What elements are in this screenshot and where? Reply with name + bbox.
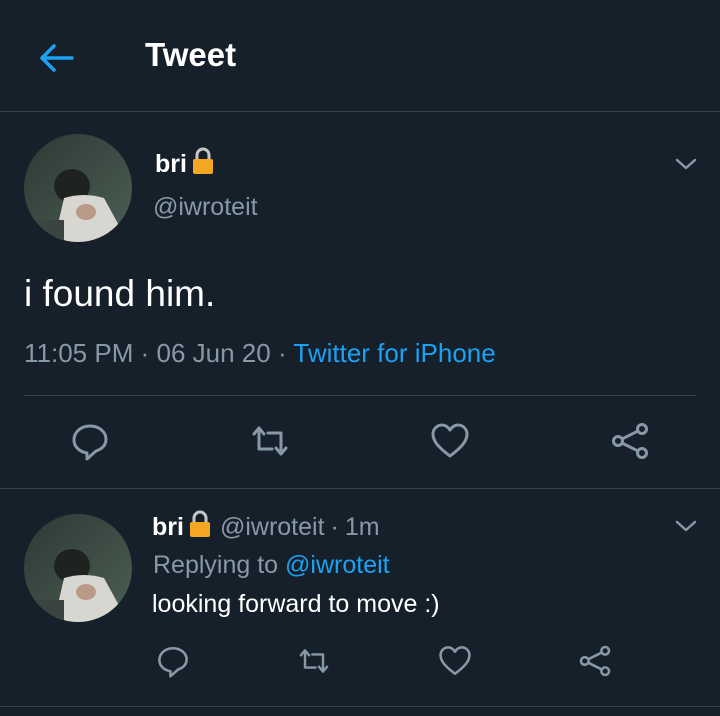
replying-to: Replying to @iwroteit (153, 551, 390, 580)
divider (24, 395, 696, 396)
reply-icon (72, 424, 108, 461)
separator: · (277, 338, 287, 368)
reply-icon (158, 646, 188, 678)
retweet-icon (252, 426, 288, 456)
retweet-button[interactable] (248, 419, 292, 463)
share-icon (612, 423, 648, 459)
back-button[interactable] (36, 38, 76, 78)
reply-author-name[interactable]: bri (152, 513, 184, 542)
tweet-date: 06 Jun 20 (156, 338, 271, 368)
reply-button[interactable] (68, 419, 112, 463)
like-icon (431, 423, 469, 458)
author-name-text: bri (155, 150, 187, 178)
reply-reply-button[interactable] (154, 642, 192, 680)
replying-to-mention[interactable]: @iwroteit (285, 551, 390, 579)
reply-share-button[interactable] (576, 642, 614, 680)
lock-icon (191, 147, 215, 182)
top-bar: Tweet (0, 0, 720, 112)
like-icon (439, 646, 471, 676)
retweet-icon (299, 649, 329, 673)
arrow-left-icon (40, 44, 74, 72)
separator: · (330, 513, 339, 541)
bottom-divider (0, 706, 720, 707)
separator: · (140, 338, 150, 368)
like-button[interactable] (428, 419, 472, 463)
page-title: Tweet (145, 36, 237, 73)
share-button[interactable] (608, 419, 652, 463)
tweet-text: i found him. (24, 273, 216, 314)
avatar[interactable] (24, 134, 132, 242)
more-options-button[interactable] (672, 150, 700, 178)
reply-time: 1m (344, 513, 380, 541)
avatar-photo (24, 514, 132, 622)
reply-author-handle[interactable]: @iwroteit (220, 513, 325, 542)
reply-avatar[interactable] (24, 514, 132, 622)
tweet-meta: 11:05 PM · 06 Jun 20 · Twitter for iPhon… (24, 338, 496, 369)
reply-text: looking forward to move :) (152, 590, 440, 618)
author-handle[interactable]: @iwroteit (153, 193, 258, 222)
avatar-photo (24, 134, 132, 242)
reply-more-options-button[interactable] (672, 512, 700, 540)
chevron-down-icon (675, 520, 697, 532)
reply-like-button[interactable] (436, 642, 474, 680)
share-icon (579, 645, 611, 677)
reply-retweet-button[interactable] (295, 642, 333, 680)
replying-to-label: Replying to (153, 551, 279, 579)
reply-author-line: bri @iwroteit · 1m (152, 510, 380, 545)
section-divider (0, 488, 720, 489)
lock-icon (188, 510, 212, 545)
tweet-time: 11:05 PM (24, 338, 134, 368)
author-name[interactable]: bri (155, 147, 215, 182)
chevron-down-icon (675, 158, 697, 170)
tweet-source-link[interactable]: Twitter for iPhone (293, 338, 495, 368)
